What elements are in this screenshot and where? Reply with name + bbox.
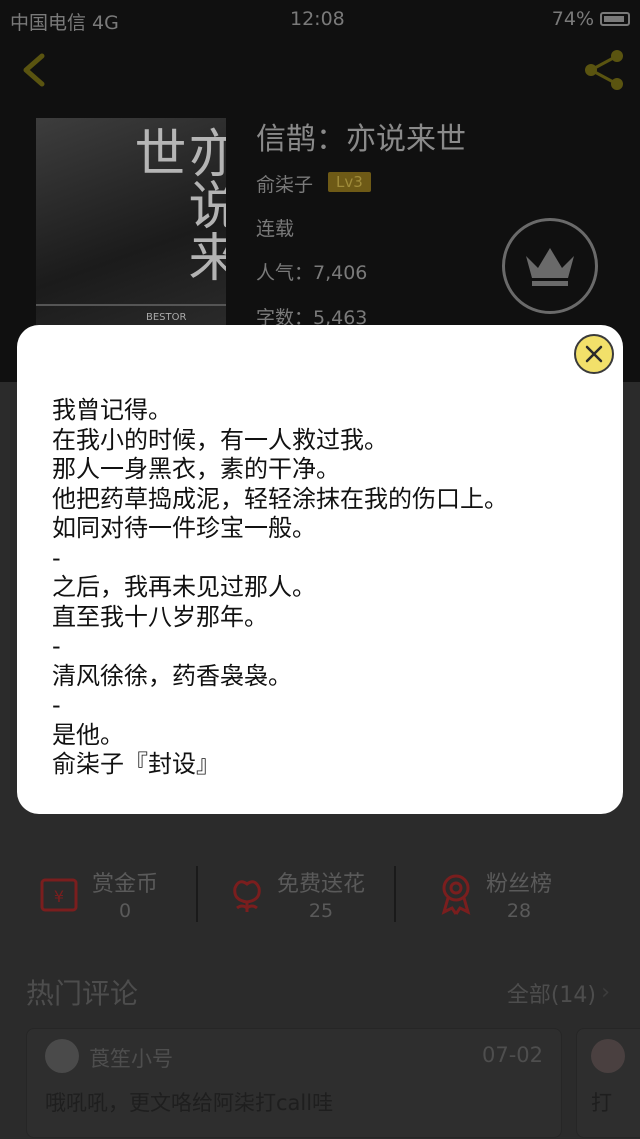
- synopsis-line: -: [52, 543, 61, 572]
- synopsis-line: 我曾记得。: [52, 396, 172, 424]
- close-button[interactable]: [574, 334, 614, 374]
- close-icon: [585, 345, 603, 363]
- synopsis-line: 他把药草捣成泥，轻轻涂抹在我的伤口上。: [52, 484, 508, 513]
- synopsis-line: 清风徐徐，药香袅袅。: [52, 661, 292, 690]
- synopsis-line: 那人一身黑衣，素的干净。: [52, 455, 340, 483]
- synopsis-line: -: [52, 691, 61, 719]
- synopsis-line: 之后，我再未见过那人。: [52, 573, 316, 601]
- synopsis-line: -: [52, 632, 61, 660]
- synopsis-line: 如同对待一件珍宝一般。: [52, 514, 316, 542]
- synopsis-text: 我曾记得。 在我小的时候，有一人救过我。 那人一身黑衣，素的干净。 他把药草捣成…: [52, 396, 612, 780]
- synopsis-line: 俞柒子『封设』: [52, 750, 220, 778]
- synopsis-line: 直至我十八岁那年。: [52, 602, 268, 631]
- synopsis-line: 在我小的时候，有一人救过我。: [52, 425, 388, 454]
- synopsis-line: 是他。: [52, 720, 124, 749]
